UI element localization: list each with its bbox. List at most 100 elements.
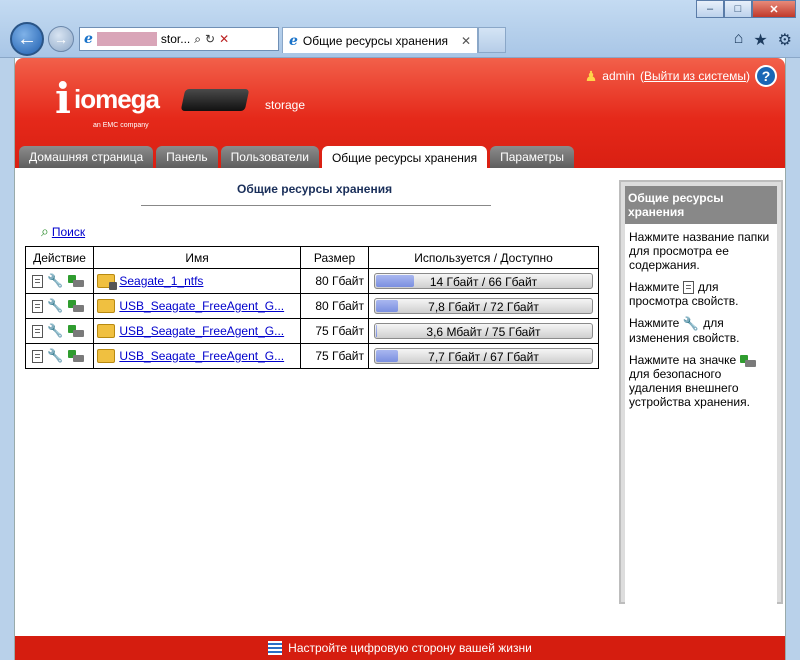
back-button[interactable]: ←: [10, 22, 44, 56]
user-icon: ♟: [584, 67, 598, 84]
sidebar-body: Нажмите название папки для просмотра ее …: [625, 224, 777, 609]
wrench-icon[interactable]: 🔧: [47, 323, 63, 339]
table-row: 🔧 Seagate_1_ntfs 80 Гбайт 14 Гбайт / 66 …: [25, 268, 599, 294]
search-area: ⌕ Поиск: [41, 223, 85, 240]
web-page: i iomega an EMC company storage ♟ admin …: [14, 58, 786, 660]
folder-icon: [97, 349, 115, 364]
home-icon[interactable]: ⌂: [734, 30, 744, 50]
tools-gear-icon[interactable]: ⚙: [778, 30, 792, 50]
name-cell: Seagate_1_ntfs: [93, 268, 301, 294]
wrench-icon[interactable]: 🔧: [47, 298, 63, 314]
logout-link[interactable]: Выйти из системы: [644, 69, 746, 83]
usage-text: 3,6 Мбайт / 75 Гбайт: [426, 325, 541, 339]
properties-doc-icon[interactable]: [32, 324, 43, 338]
action-cell: 🔧: [25, 268, 94, 294]
browser-toolbar-icons: ⌂ ★ ⚙: [734, 30, 792, 50]
app-header: i iomega an EMC company storage ♟ admin …: [15, 58, 785, 169]
logo-i-mark: i: [55, 74, 71, 123]
usage-text: 7,8 Гбайт / 72 Гбайт: [428, 300, 539, 314]
eject-device-icon[interactable]: [67, 275, 84, 287]
device-image: [180, 89, 250, 111]
back-arrow-icon: ←: [17, 27, 37, 50]
tab-dashboard[interactable]: Панель: [156, 146, 218, 168]
eject-device-icon[interactable]: [67, 300, 84, 312]
share-link[interactable]: USB_Seagate_FreeAgent_G...: [119, 324, 284, 338]
table-row: 🔧 USB_Seagate_FreeAgent_G... 75 Гбайт 3,…: [25, 318, 599, 344]
usage-cell: 3,6 Мбайт / 75 Гбайт: [368, 318, 599, 344]
sidebar-hint-folder: Нажмите название папки для просмотра ее …: [629, 230, 770, 272]
logo-word: iomega: [73, 83, 160, 114]
tab-home[interactable]: Домашняя страница: [19, 146, 154, 168]
properties-doc-icon[interactable]: [32, 274, 43, 288]
usage-bar: 3,6 Мбайт / 75 Гбайт: [374, 323, 593, 339]
device-name: storage: [265, 98, 306, 112]
search-icon: ⌕: [41, 223, 49, 239]
stop-icon[interactable]: ✕: [219, 32, 229, 46]
folder-icon: [97, 299, 115, 314]
folder-icon: [97, 324, 115, 339]
share-link[interactable]: USB_Seagate_FreeAgent_G...: [119, 299, 284, 313]
help-button[interactable]: ?: [755, 65, 777, 87]
usage-bar: 7,8 Гбайт / 72 Гбайт: [374, 298, 593, 314]
main-nav: Домашняя страница Панель Пользователи Об…: [19, 146, 575, 169]
maximize-button[interactable]: □: [724, 0, 752, 18]
usage-cell: 7,8 Гбайт / 72 Гбайт: [368, 293, 599, 319]
size-cell: 80 Гбайт: [300, 293, 369, 319]
search-link[interactable]: Поиск: [52, 225, 85, 239]
new-tab-button[interactable]: [478, 27, 506, 53]
wrench-icon[interactable]: 🔧: [47, 273, 63, 289]
table-header-row: Действие Имя Размер Используется / Досту…: [25, 246, 599, 269]
properties-doc-icon: [682, 281, 694, 295]
eject-device-icon[interactable]: [67, 325, 84, 337]
search-icon[interactable]: ⌕: [194, 32, 201, 47]
tab-settings[interactable]: Параметры: [490, 146, 575, 168]
footer-icon: [268, 641, 283, 655]
minimize-button[interactable]: –: [696, 0, 724, 18]
column-header-usage: Используется / Доступно: [368, 246, 599, 269]
name-cell: USB_Seagate_FreeAgent_G...: [93, 293, 301, 319]
eject-device-icon[interactable]: [67, 350, 84, 362]
address-bar[interactable]: e stor... ⌕ ↻ ✕: [79, 27, 279, 51]
footer-text: Настройте цифровую сторону вашей жизни: [288, 641, 532, 655]
title-divider: [141, 205, 491, 206]
tab-close-icon[interactable]: ✕: [461, 34, 471, 48]
eject-device-icon: [739, 354, 756, 367]
sidebar-title: Общие ресурсы хранения: [625, 186, 777, 224]
page-title: Общие ресурсы хранения: [237, 182, 393, 196]
browser-tab[interactable]: e Общие ресурсы хранения ✕: [282, 27, 478, 53]
tab-title: Общие ресурсы хранения: [302, 33, 449, 48]
user-name: admin: [602, 69, 635, 83]
size-cell: 80 Гбайт: [300, 268, 369, 294]
tab-users[interactable]: Пользователи: [220, 146, 319, 168]
usage-text: 14 Гбайт / 66 Гбайт: [429, 275, 538, 289]
wrench-icon[interactable]: 🔧: [47, 348, 63, 364]
ie-tab-icon: e: [289, 32, 298, 49]
properties-doc-icon[interactable]: [32, 349, 43, 363]
share-link[interactable]: Seagate_1_ntfs: [119, 274, 203, 288]
sidebar-hint-eject: Нажмите на значке для безопасного удален…: [629, 353, 773, 409]
address-text: stor...: [160, 32, 191, 46]
shares-table: Действие Имя Размер Используется / Досту…: [25, 246, 599, 369]
refresh-icon[interactable]: ↻: [205, 32, 215, 46]
window-controls: – □ ✕: [696, 0, 796, 18]
name-cell: USB_Seagate_FreeAgent_G...: [93, 343, 301, 369]
favorites-star-icon[interactable]: ★: [753, 30, 767, 50]
table-row: 🔧 USB_Seagate_FreeAgent_G... 75 Гбайт 7,…: [25, 343, 599, 369]
usage-cell: 7,7 Гбайт / 67 Гбайт: [368, 343, 599, 369]
size-cell: 75 Гбайт: [300, 343, 369, 369]
footer-banner: Настройте цифровую сторону вашей жизни: [15, 636, 785, 660]
usage-text: 7,7 Гбайт / 67 Гбайт: [428, 350, 539, 364]
logo-subtitle: an EMC company: [93, 122, 149, 129]
forward-button[interactable]: →: [48, 26, 74, 52]
share-link[interactable]: USB_Seagate_FreeAgent_G...: [119, 349, 284, 363]
tab-shares[interactable]: Общие ресурсы хранения: [321, 146, 488, 169]
sidebar-hint-edit: Нажмите 🔧 для изменения свойств.: [629, 316, 740, 346]
action-cell: 🔧: [25, 318, 94, 344]
close-window-button[interactable]: ✕: [752, 0, 796, 18]
properties-doc-icon[interactable]: [32, 299, 43, 313]
column-header-action: Действие: [25, 246, 94, 269]
name-cell: USB_Seagate_FreeAgent_G...: [93, 318, 301, 344]
iomega-logo: i iomega an EMC company: [55, 74, 160, 130]
column-header-name: Имя: [93, 246, 301, 269]
table-row: 🔧 USB_Seagate_FreeAgent_G... 80 Гбайт 7,…: [25, 293, 599, 319]
